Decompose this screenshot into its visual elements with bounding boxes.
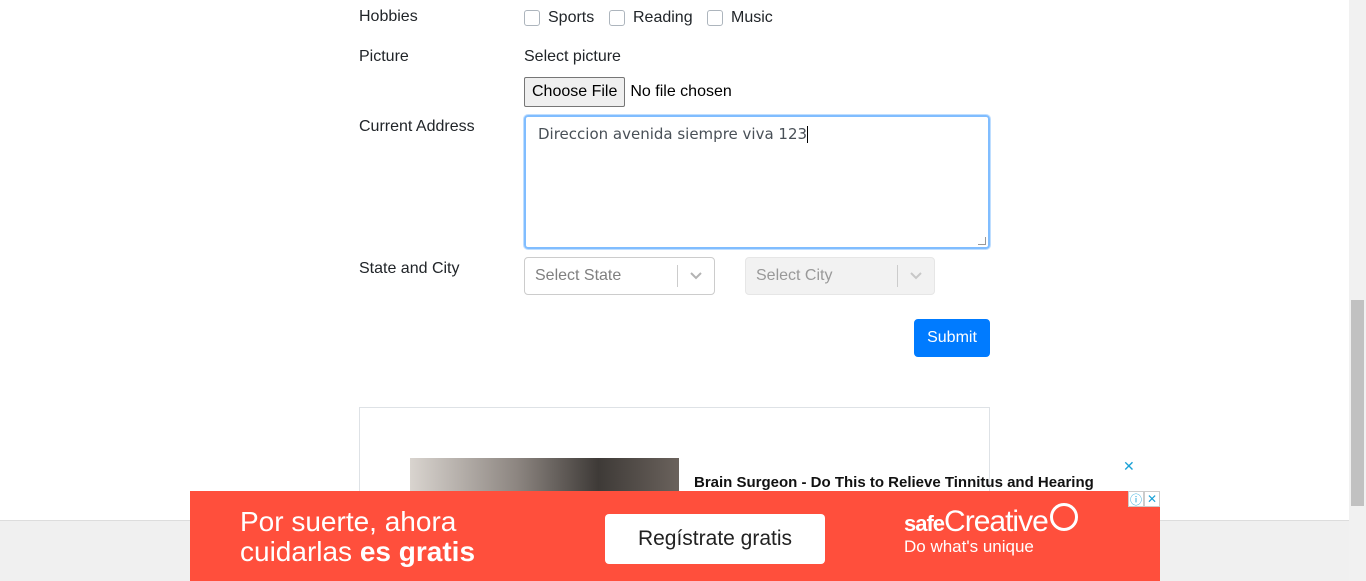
state-city-label: State and City — [359, 260, 460, 277]
resize-handle-icon[interactable] — [978, 237, 986, 245]
sports-label[interactable]: Sports — [548, 9, 594, 27]
vertical-scrollbar[interactable] — [1349, 0, 1366, 581]
state-placeholder: Select State — [535, 267, 622, 284]
sports-checkbox[interactable] — [524, 10, 540, 26]
register-button[interactable]: Regístrate gratis — [605, 514, 825, 564]
close-icon[interactable]: ✕ — [1144, 491, 1160, 507]
reading-label[interactable]: Reading — [633, 9, 693, 27]
city-select[interactable]: Select City — [745, 257, 935, 295]
select-picture-text: Select picture — [524, 48, 621, 65]
brand-main: Creative — [944, 505, 1049, 538]
chevron-down-icon[interactable] — [678, 271, 714, 281]
city-placeholder: Select City — [756, 267, 833, 284]
current-address-label: Current Address — [359, 118, 475, 135]
no-file-text: No file chosen — [630, 83, 732, 100]
submit-button[interactable]: Submit — [914, 319, 990, 357]
info-icon[interactable]: ⓘ — [1128, 491, 1144, 507]
hobby-sports[interactable]: Sports — [524, 9, 594, 27]
ad-headline[interactable]: Brain Surgeon - Do This to Relieve Tinni… — [694, 474, 1094, 491]
scrollbar-thumb[interactable] — [1351, 300, 1364, 506]
brand-prefix: safe — [904, 511, 945, 536]
banner-line2-normal: cuidarlas — [240, 536, 360, 567]
chevron-down-icon[interactable] — [898, 271, 934, 281]
reading-checkbox[interactable] — [609, 10, 625, 26]
picture-label: Picture — [359, 48, 409, 65]
banner-line1: Por suerte, ahora — [240, 506, 457, 537]
banner-ad[interactable]: Por suerte, ahora cuidarlas es gratis Re… — [190, 491, 1160, 581]
banner-line2: cuidarlas es gratis — [240, 537, 475, 567]
address-value: Direccion avenida siempre viva 123 — [538, 125, 808, 143]
current-address-textarea[interactable]: Direccion avenida siempre viva 123 — [524, 115, 990, 249]
hobbies-label: Hobbies — [359, 8, 418, 25]
state-select[interactable]: Select State — [524, 257, 715, 295]
brand-mark-icon — [1050, 503, 1078, 531]
brand-logo: safeCreative Do what's unique — [904, 505, 1049, 557]
banner-text: Por suerte, ahora cuidarlas es gratis — [240, 507, 475, 567]
hobby-music[interactable]: Music — [707, 9, 773, 27]
text-caret — [807, 126, 809, 143]
banner-line2-bold: es gratis — [359, 536, 476, 567]
brand-tagline: Do what's unique — [904, 537, 1034, 556]
file-upload[interactable]: Choose File No file chosen — [524, 77, 732, 107]
hobby-reading[interactable]: Reading — [609, 9, 693, 27]
music-label[interactable]: Music — [731, 9, 773, 27]
ad-controls: ⓘ ✕ — [1128, 491, 1160, 507]
close-icon[interactable]: ✕ — [1123, 458, 1135, 475]
choose-file-button[interactable]: Choose File — [524, 77, 626, 107]
music-checkbox[interactable] — [707, 10, 723, 26]
